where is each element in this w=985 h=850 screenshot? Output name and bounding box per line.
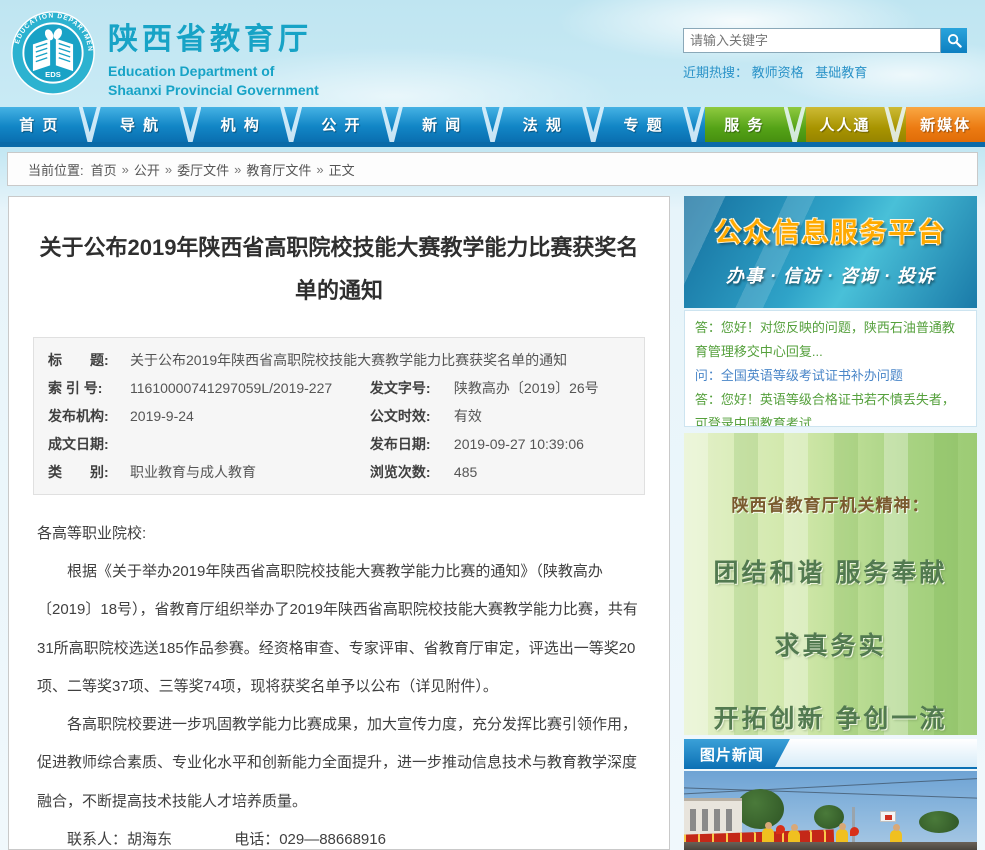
brand-block: 陕西省教育厅 Education Department of Shaanxi P…: [108, 14, 319, 100]
meta-value-publish-date: 2019-09-27 10:39:06: [454, 430, 630, 458]
article-paragraph: 各高职院校要进一步巩固教学能力比赛成果，加大宣传力度，充分发挥比赛引领作用，促进…: [37, 706, 641, 821]
nav-separator-icon: [784, 107, 806, 142]
meta-value-category: 职业教育与成人教育: [130, 458, 370, 486]
photo-news-tab[interactable]: 图片新闻: [684, 739, 790, 769]
tree: [736, 789, 784, 829]
sidebar: 公众信息服务平台 办事 · 信访 · 咨询 · 投诉 答：您好！对您反映的问题，…: [684, 196, 977, 850]
breadcrumb-item-disclosure[interactable]: 公开: [134, 160, 160, 179]
red-fan: [776, 825, 785, 834]
article-paragraph: 根据《关于举办2019年陕西省高职院校技能大赛教学能力比赛的通知》（陕教高办〔2…: [37, 553, 641, 706]
svg-text:EDS: EDS: [45, 70, 61, 79]
article-title: 关于公布2019年陕西省高职院校技能大赛教学能力比赛获奖名单的通知: [9, 197, 669, 327]
photo-news-image[interactable]: [684, 771, 977, 850]
meta-label-written-date: 成文日期:: [48, 430, 130, 458]
nav-separator-icon: [884, 107, 906, 142]
search-input[interactable]: [683, 28, 941, 53]
breadcrumb-separator: »: [234, 162, 241, 177]
hot-search-label: 近期热搜：: [683, 65, 748, 80]
breadcrumb-separator: »: [316, 162, 323, 177]
nav-tab-services[interactable]: 服 务: [705, 107, 784, 142]
red-fan: [850, 827, 859, 836]
breadcrumb-item-home[interactable]: 首页: [91, 160, 117, 179]
site-header: EDUCATION DEPARTMENT OF SHAANXI EDS 陕西省教…: [0, 0, 985, 107]
meta-value-doc-no: 陕教高办〔2019〕26号: [454, 374, 630, 402]
meta-label-publisher: 发布机构:: [48, 402, 130, 430]
article-contact-line: 联系人：胡海东 电话：029—88668916: [37, 821, 641, 850]
meta-value-title: 关于公布2019年陕西省高职院校技能大赛教学能力比赛获奖名单的通知: [130, 346, 630, 374]
article-box: 关于公布2019年陕西省高职院校技能大赛教学能力比赛获奖名单的通知 标 题: 关…: [8, 196, 670, 850]
article-meta-box: 标 题: 关于公布2019年陕西省高职院校技能大赛教学能力比赛获奖名单的通知 索…: [33, 337, 645, 495]
content-wrap: 关于公布2019年陕西省高职院校技能大赛教学能力比赛获奖名单的通知 标 题: 关…: [8, 196, 977, 850]
meta-value-publisher: 2019-9-24: [130, 402, 370, 430]
meta-label-title: 标 题:: [48, 346, 130, 374]
page: EDUCATION DEPARTMENT OF SHAANXI EDS 陕西省教…: [0, 0, 985, 850]
nav-separator-icon: [381, 107, 403, 142]
hot-search-link-basic-education[interactable]: 基础教育: [815, 65, 867, 80]
nav-tab-disclosure[interactable]: 公 开: [302, 107, 381, 142]
search-button[interactable]: [941, 28, 967, 53]
site-title: 陕西省教育厅: [108, 14, 319, 58]
search-area: 近期热搜： 教师资格 基础教育: [683, 28, 973, 81]
site-subtitle: Education Department of Shaanxi Provinci…: [108, 62, 319, 100]
qa-answer-item[interactable]: 答：您好！英语等级合格证书若不慎丢失者，可登录中国教育考试...: [695, 388, 966, 427]
public-service-banner[interactable]: 公众信息服务平台 办事 · 信访 · 咨询 · 投诉: [684, 196, 977, 308]
meta-label-index-no: 索 引 号:: [48, 374, 130, 402]
breadcrumb-location-label: 当前位置:: [28, 160, 84, 179]
nav-bottom-strip: [0, 142, 985, 147]
building: [684, 798, 742, 836]
contact-person: 联系人：胡海东: [67, 831, 172, 848]
spirit-banner-line: 开拓创新 争创一流: [684, 699, 977, 735]
breadcrumb-separator: »: [122, 162, 129, 177]
meta-label-category: 类 别:: [48, 458, 130, 486]
article-body: 各高等职业院校: 根据《关于举办2019年陕西省高职院校技能大赛教学能力比赛的通…: [9, 495, 669, 850]
article-salutation: 各高等职业院校:: [37, 515, 641, 553]
photo-news-header: 图片新闻: [684, 739, 977, 769]
main-nav: 首 页 导 航 机 构 公 开 新 闻 法 规 专 题 服 务 人人通 新媒体: [0, 107, 985, 142]
nav-separator-icon: [280, 107, 302, 142]
meta-label-views: 浏览次数:: [370, 458, 454, 486]
spirit-banner-line: 团结和谐 服务奉献: [684, 553, 977, 589]
nav-tab-renrentong[interactable]: 人人通: [806, 107, 885, 142]
department-spirit-banner[interactable]: 陕西省教育厅机关精神： 团结和谐 服务奉献 求真务实 开拓创新 争创一流: [684, 433, 977, 735]
nav-separator-icon: [79, 107, 101, 142]
nav-separator-icon: [683, 107, 705, 142]
breadcrumb: 当前位置: 首页 » 公开 » 委厅文件 » 教育厅文件 » 正文: [7, 152, 978, 186]
breadcrumb-item-article[interactable]: 正文: [329, 160, 355, 179]
qa-answer-item[interactable]: 答：您好！对您反映的问题，陕西石油普通教育管理移交中心回复...: [695, 316, 966, 364]
meta-value-index-no: 11610000741297059L/2019-227: [130, 374, 370, 402]
search-icon: [947, 33, 962, 48]
nav-tab-home[interactable]: 首 页: [0, 107, 79, 142]
nav-tab-regulations[interactable]: 法 规: [504, 107, 583, 142]
hot-search-row: 近期热搜： 教师资格 基础教育: [683, 62, 973, 81]
breadcrumb-item-department-docs[interactable]: 教育厅文件: [246, 160, 311, 179]
spirit-banner-line: 求真务实: [684, 626, 977, 662]
meta-label-publish-date: 发布日期:: [370, 430, 454, 458]
qa-question-item[interactable]: 问：全国英语等级考试证书补办问题: [695, 364, 966, 388]
spirit-banner-title: 陕西省教育厅机关精神：: [684, 433, 977, 516]
crowd-strip: [684, 842, 977, 850]
meta-label-doc-no: 发文字号:: [370, 374, 454, 402]
nav-separator-icon: [482, 107, 504, 142]
hot-search-link-teacher-cert[interactable]: 教师资格: [752, 65, 804, 80]
nav-separator-icon: [582, 107, 604, 142]
meta-label-validity: 公文时效:: [370, 402, 454, 430]
nav-tab-new-media[interactable]: 新媒体: [906, 107, 985, 142]
nav-tab-news[interactable]: 新 闻: [403, 107, 482, 142]
meta-value-validity: 有效: [454, 402, 630, 430]
contact-phone: 电话：029—88668916: [234, 831, 386, 848]
nav-tab-agencies[interactable]: 机 构: [201, 107, 280, 142]
tree: [919, 811, 959, 833]
qa-list: 答：您好！对您反映的问题，陕西石油普通教育管理移交中心回复... 问：全国英语等…: [684, 310, 977, 427]
nav-separator-icon: [179, 107, 201, 142]
nav-tab-topics[interactable]: 专 题: [604, 107, 683, 142]
breadcrumb-separator: »: [165, 162, 172, 177]
nav-tab-guide[interactable]: 导 航: [101, 107, 180, 142]
meta-value-views: 485: [454, 458, 630, 486]
education-department-logo-icon: EDUCATION DEPARTMENT OF SHAANXI EDS: [10, 10, 96, 96]
public-service-banner-subtitle: 办事 · 信访 · 咨询 · 投诉: [684, 262, 977, 288]
breadcrumb-item-committee-docs[interactable]: 委厅文件: [177, 160, 229, 179]
meta-value-written-date: [130, 430, 370, 458]
basketball-hoop: [880, 811, 896, 822]
public-service-banner-title: 公众信息服务平台: [684, 196, 977, 250]
